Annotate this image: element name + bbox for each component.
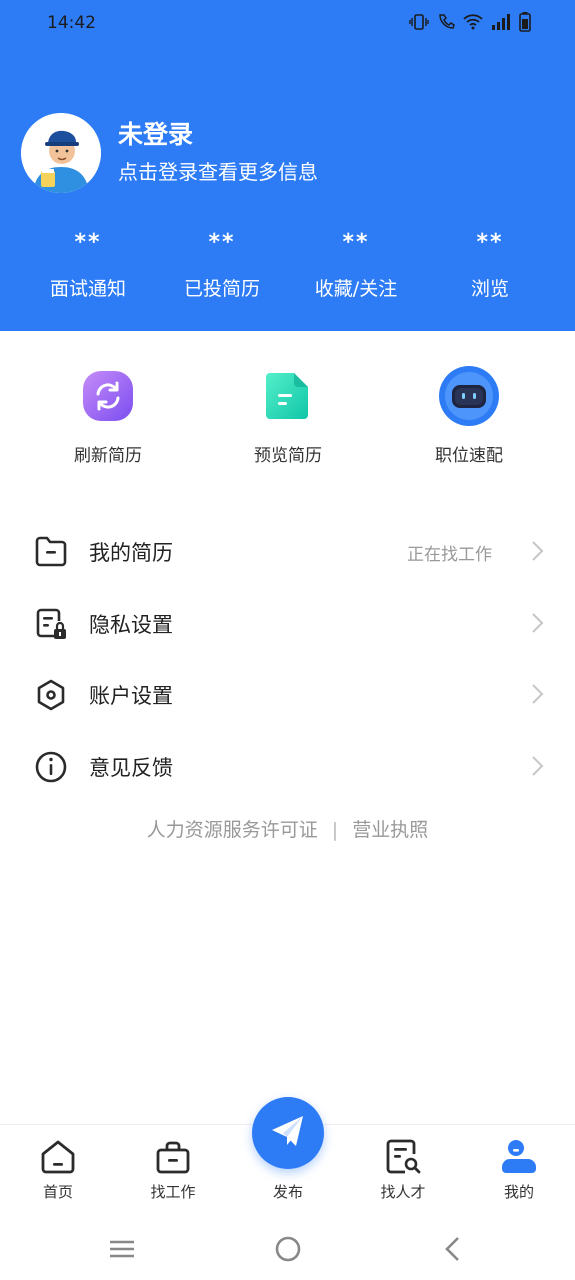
robot-icon	[439, 366, 499, 426]
folder-icon	[33, 534, 69, 570]
stat-label: 面试通知	[49, 278, 126, 300]
menu-item-privacy[interactable]: 隐私设置	[0, 593, 575, 653]
search-document-icon	[383, 1137, 423, 1177]
nav-label: 首页	[42, 1183, 73, 1201]
profile-header: 14:42 未登录 点击登录查看更多信息 ** 面试通知 ** 已投简历 ** …	[0, 0, 575, 331]
preview-resume-button[interactable]: 预览简历	[218, 366, 358, 466]
refresh-resume-button[interactable]: 刷新简历	[38, 366, 178, 466]
stat-label: 收藏/关注	[314, 278, 398, 300]
quick-action-label: 职位速配	[435, 446, 503, 466]
chevron-right-icon	[531, 755, 545, 777]
job-match-button[interactable]: 职位速配	[399, 366, 539, 466]
menu-label: 隐私设置	[89, 613, 173, 637]
publish-button[interactable]	[252, 1097, 324, 1169]
stat-value: **	[74, 230, 102, 255]
status-bar: 14:42	[0, 0, 575, 48]
menu-label: 账户设置	[89, 684, 173, 708]
stat-value: **	[342, 230, 370, 255]
menu-label: 我的简历	[89, 541, 173, 565]
vibrate-icon	[409, 13, 429, 35]
status-icons	[409, 12, 531, 36]
business-license-link[interactable]: 营业执照	[352, 819, 428, 841]
battery-icon	[519, 12, 531, 36]
avatar[interactable]	[21, 113, 101, 193]
hexagon-settings-icon	[33, 677, 69, 713]
status-time: 14:42	[47, 13, 96, 33]
stat-interview[interactable]: ** 面试通知	[18, 230, 158, 301]
signal-icon	[491, 14, 511, 34]
chevron-right-icon	[531, 683, 545, 705]
login-subtitle[interactable]: 点击登录查看更多信息	[118, 156, 318, 185]
stat-value: **	[476, 230, 504, 255]
menu-label: 意见反馈	[89, 756, 173, 780]
chevron-right-icon	[531, 540, 545, 562]
info-icon	[33, 749, 69, 785]
nav-find-talent[interactable]: 找人才	[353, 1137, 453, 1202]
footer-links: 人力资源服务许可证 | 营业执照	[0, 815, 575, 842]
menu-icon[interactable]	[107, 1234, 137, 1264]
hr-license-link[interactable]: 人力资源服务许可证	[147, 819, 318, 841]
menu-item-account-settings[interactable]: 账户设置	[0, 664, 575, 724]
stat-label: 浏览	[470, 278, 509, 300]
user-icon	[499, 1137, 539, 1177]
job-status-text: 正在找工作	[407, 545, 492, 565]
menu-item-feedback[interactable]: 意见反馈	[0, 736, 575, 796]
quick-action-label: 刷新简历	[74, 446, 142, 466]
stat-favorites[interactable]: ** 收藏/关注	[286, 230, 426, 301]
nav-label: 找人才	[380, 1183, 426, 1201]
home-circle-icon[interactable]	[273, 1234, 303, 1264]
nav-find-job[interactable]: 找工作	[123, 1137, 223, 1202]
login-title[interactable]: 未登录	[118, 115, 193, 151]
menu-item-my-resume[interactable]: 我的简历 正在找工作	[0, 521, 575, 581]
nav-label: 找工作	[150, 1183, 196, 1201]
wifi-call-icon	[437, 13, 455, 35]
wifi-icon	[463, 14, 483, 34]
stat-value: **	[208, 230, 236, 255]
lock-document-icon	[33, 606, 69, 642]
system-nav-bar	[0, 1214, 575, 1280]
publish-label: 发布	[272, 1183, 303, 1201]
refresh-icon	[78, 366, 138, 426]
stat-views[interactable]: ** 浏览	[420, 230, 560, 301]
briefcase-icon	[153, 1137, 193, 1177]
document-icon	[258, 366, 318, 426]
home-icon	[38, 1137, 78, 1177]
stat-applied[interactable]: ** 已投简历	[152, 230, 292, 301]
footer-separator: |	[331, 819, 339, 841]
chevron-right-icon	[531, 612, 545, 634]
quick-action-label: 预览简历	[254, 446, 322, 466]
paper-plane-icon	[269, 1112, 307, 1154]
nav-mine[interactable]: 我的	[469, 1137, 569, 1202]
back-icon[interactable]	[438, 1234, 468, 1264]
nav-label: 我的	[503, 1183, 534, 1201]
stat-label: 已投简历	[183, 278, 260, 300]
nav-home[interactable]: 首页	[8, 1137, 108, 1202]
